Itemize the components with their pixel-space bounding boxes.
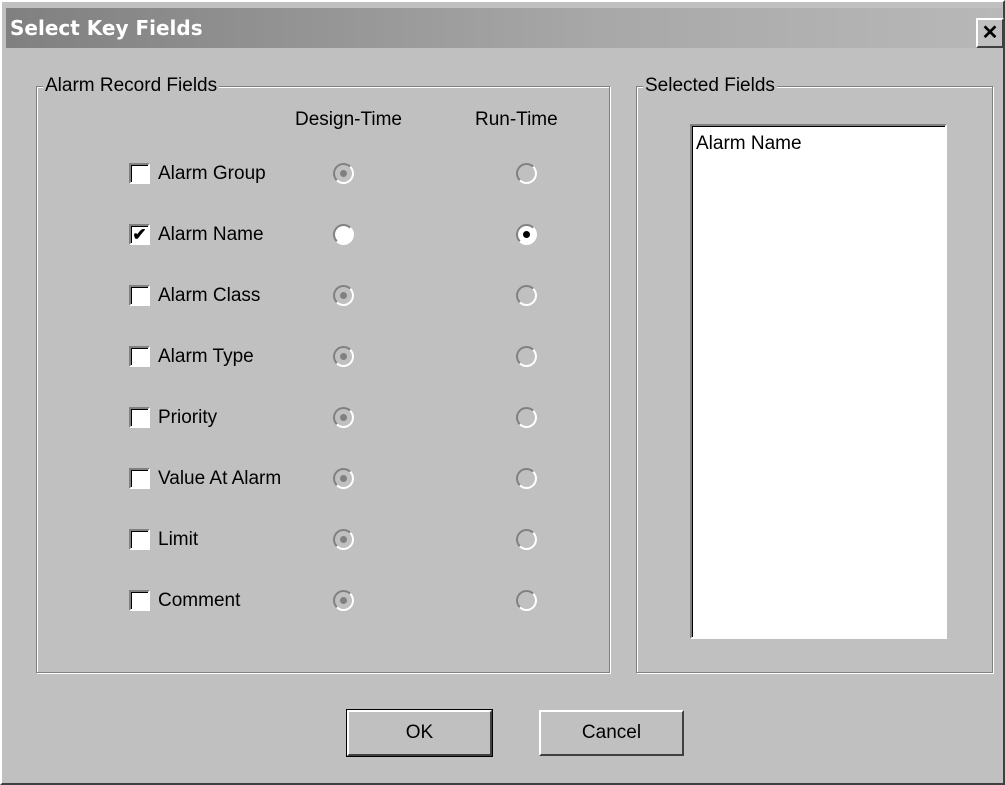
field-label: Value At Alarm [158, 468, 282, 489]
field-row: Alarm Type [37, 346, 609, 386]
radio-dot-icon [340, 353, 347, 360]
field-checkbox[interactable] [129, 590, 150, 611]
field-checkbox[interactable] [129, 468, 150, 489]
radio-dot-icon [340, 536, 347, 543]
title-bar[interactable]: Select Key Fields ✕ [6, 8, 1004, 48]
field-label: Priority [158, 407, 218, 428]
design-time-radio [333, 468, 354, 489]
design-time-radio [333, 529, 354, 550]
run-time-radio [516, 468, 537, 489]
design-time-header: Design-Time [295, 109, 402, 130]
run-time-header: Run-Time [475, 109, 558, 130]
close-icon: ✕ [981, 22, 999, 44]
window-title: Select Key Fields [10, 16, 203, 40]
alarm-record-fields-group: Alarm Record Fields Design-Time Run-Time… [36, 74, 610, 673]
field-row: ✔ Alarm Name [37, 224, 609, 264]
run-time-radio[interactable] [516, 224, 537, 245]
cancel-button[interactable]: Cancel [539, 710, 684, 756]
alarm-record-fields-legend: Alarm Record Fields [43, 74, 220, 98]
design-time-radio [333, 407, 354, 428]
checkmark-icon: ✔ [132, 225, 147, 244]
run-time-radio [516, 163, 537, 184]
list-item[interactable]: Alarm Name [696, 132, 941, 156]
field-row: Value At Alarm [37, 468, 609, 508]
field-row: Priority [37, 407, 609, 447]
ok-button[interactable]: OK [346, 709, 493, 757]
run-time-radio [516, 407, 537, 428]
design-time-radio [333, 590, 354, 611]
field-label: Limit [158, 529, 199, 550]
radio-dot-icon [340, 597, 347, 604]
run-time-radio [516, 590, 537, 611]
radio-dot-icon [340, 170, 347, 177]
field-checkbox[interactable] [129, 346, 150, 367]
field-label: Alarm Name [158, 224, 264, 245]
close-button[interactable]: ✕ [976, 18, 1004, 48]
run-time-radio [516, 529, 537, 550]
radio-dot-icon [340, 292, 347, 299]
radio-dot-icon [523, 231, 530, 238]
field-label: Alarm Group [158, 163, 266, 184]
design-time-radio [333, 163, 354, 184]
run-time-radio [516, 346, 537, 367]
field-row: Alarm Class [37, 285, 609, 325]
radio-dot-icon [340, 414, 347, 421]
field-checkbox[interactable]: ✔ [129, 224, 150, 245]
field-label: Alarm Class [158, 285, 261, 306]
field-row: Comment [37, 590, 609, 630]
selected-fields-legend: Selected Fields [643, 74, 777, 98]
design-time-radio[interactable] [333, 224, 354, 245]
select-key-fields-dialog: Select Key Fields ✕ Alarm Record Fields … [0, 0, 1005, 785]
field-row: Alarm Group [37, 163, 609, 203]
design-time-radio [333, 285, 354, 306]
run-time-radio [516, 285, 537, 306]
radio-dot-icon [340, 475, 347, 482]
field-checkbox[interactable] [129, 529, 150, 550]
selected-fields-listbox[interactable]: Alarm Name [690, 124, 947, 639]
selected-fields-list: Alarm Name [696, 132, 941, 156]
field-checkbox[interactable] [129, 407, 150, 428]
design-time-radio [333, 346, 354, 367]
field-label: Comment [158, 590, 241, 611]
field-checkbox[interactable] [129, 163, 150, 184]
field-row: Limit [37, 529, 609, 569]
field-label: Alarm Type [158, 346, 254, 367]
field-checkbox[interactable] [129, 285, 150, 306]
